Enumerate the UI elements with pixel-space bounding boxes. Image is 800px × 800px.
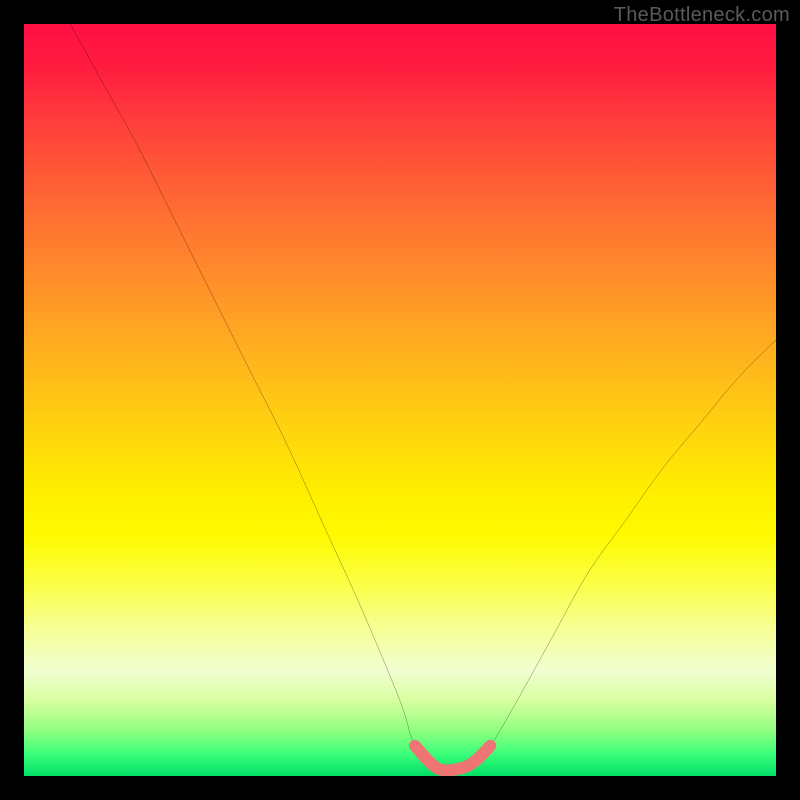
curve-line bbox=[24, 24, 776, 770]
bottleneck-curve bbox=[24, 24, 776, 776]
optimum-highlight bbox=[415, 746, 490, 771]
watermark-text: TheBottleneck.com bbox=[614, 4, 790, 27]
plot-area bbox=[24, 24, 776, 776]
chart-container: TheBottleneck.com bbox=[0, 0, 800, 800]
